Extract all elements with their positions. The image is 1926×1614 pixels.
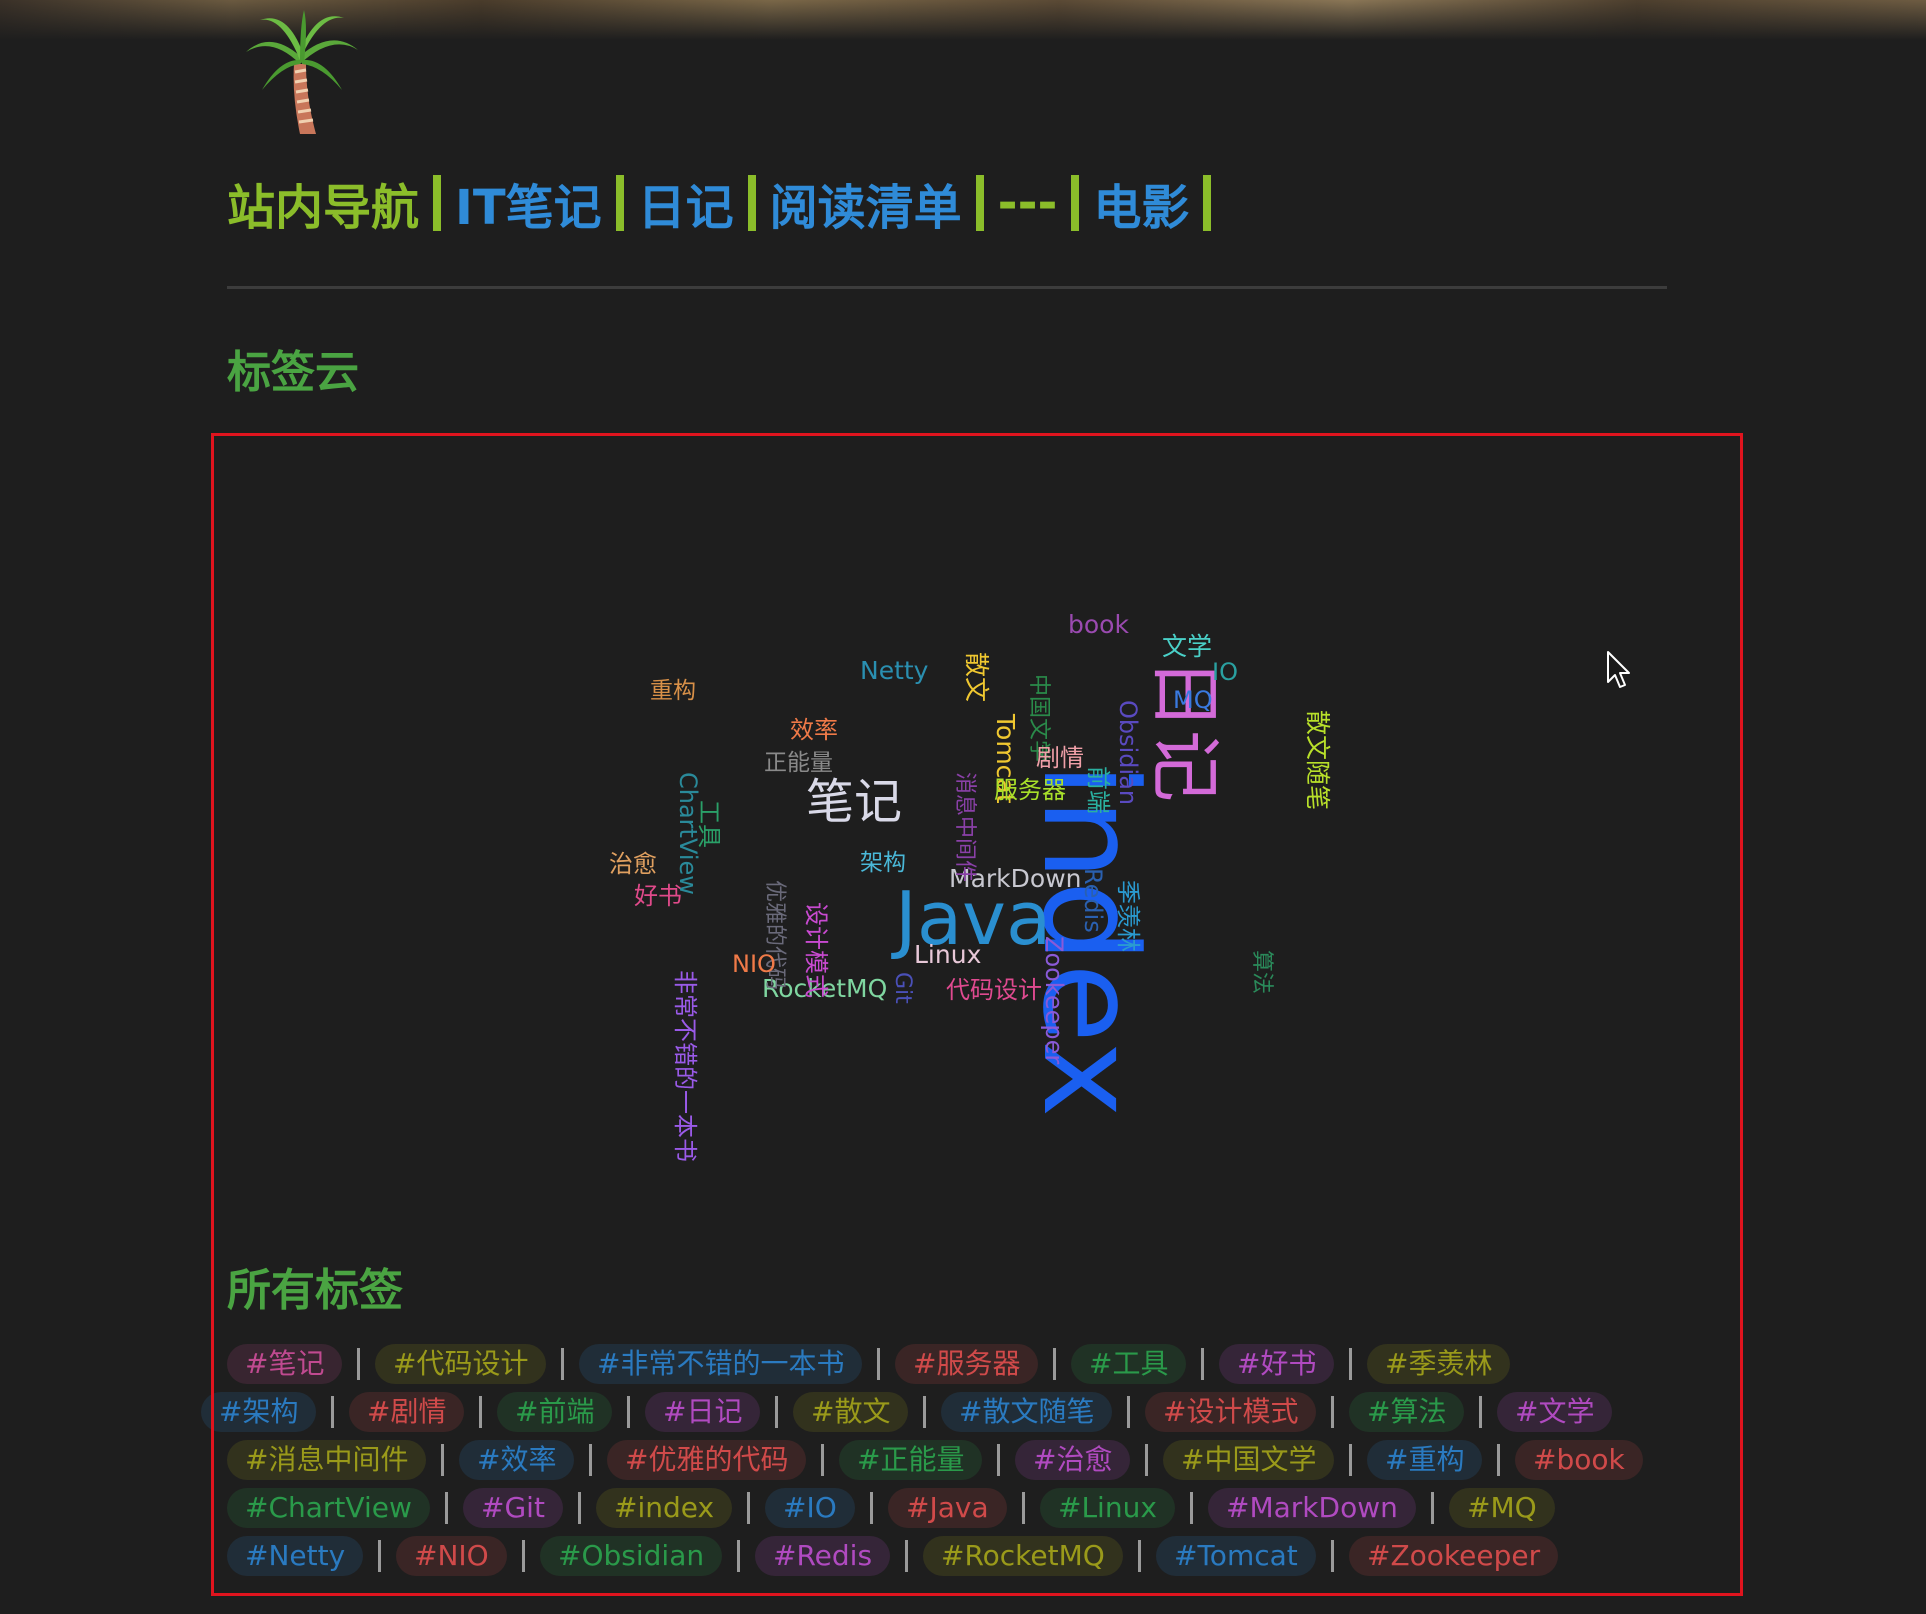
tag-cloud-heading: 标签云	[227, 347, 359, 398]
palm-tree-icon	[242, 6, 362, 136]
nav-separator	[1203, 175, 1212, 231]
selection-highlight-box	[211, 433, 1743, 1596]
nav-separator	[433, 175, 442, 231]
nav-dashes: ---	[997, 175, 1058, 231]
nav-movies-link[interactable]: 电影	[1093, 168, 1189, 238]
nav-home-link[interactable]: 站内导航	[227, 168, 419, 238]
nav-separator	[1071, 175, 1080, 231]
page: 站内导航 IT笔记 日记 阅读清单 --- 电影 标签云 index 日记 Java…	[0, 0, 1926, 1614]
mouse-pointer-icon	[1606, 650, 1632, 690]
site-navigation: 站内导航 IT笔记 日记 阅读清单 --- 电影	[227, 168, 1225, 238]
nav-diary-link[interactable]: 日记	[638, 168, 734, 238]
nav-separator	[615, 175, 624, 231]
nav-separator	[975, 175, 984, 231]
nav-it-notes-link[interactable]: IT笔记	[455, 168, 602, 238]
nav-separator	[747, 175, 756, 231]
horizontal-rule	[227, 286, 1667, 289]
nav-reading-list-link[interactable]: 阅读清单	[770, 168, 962, 238]
